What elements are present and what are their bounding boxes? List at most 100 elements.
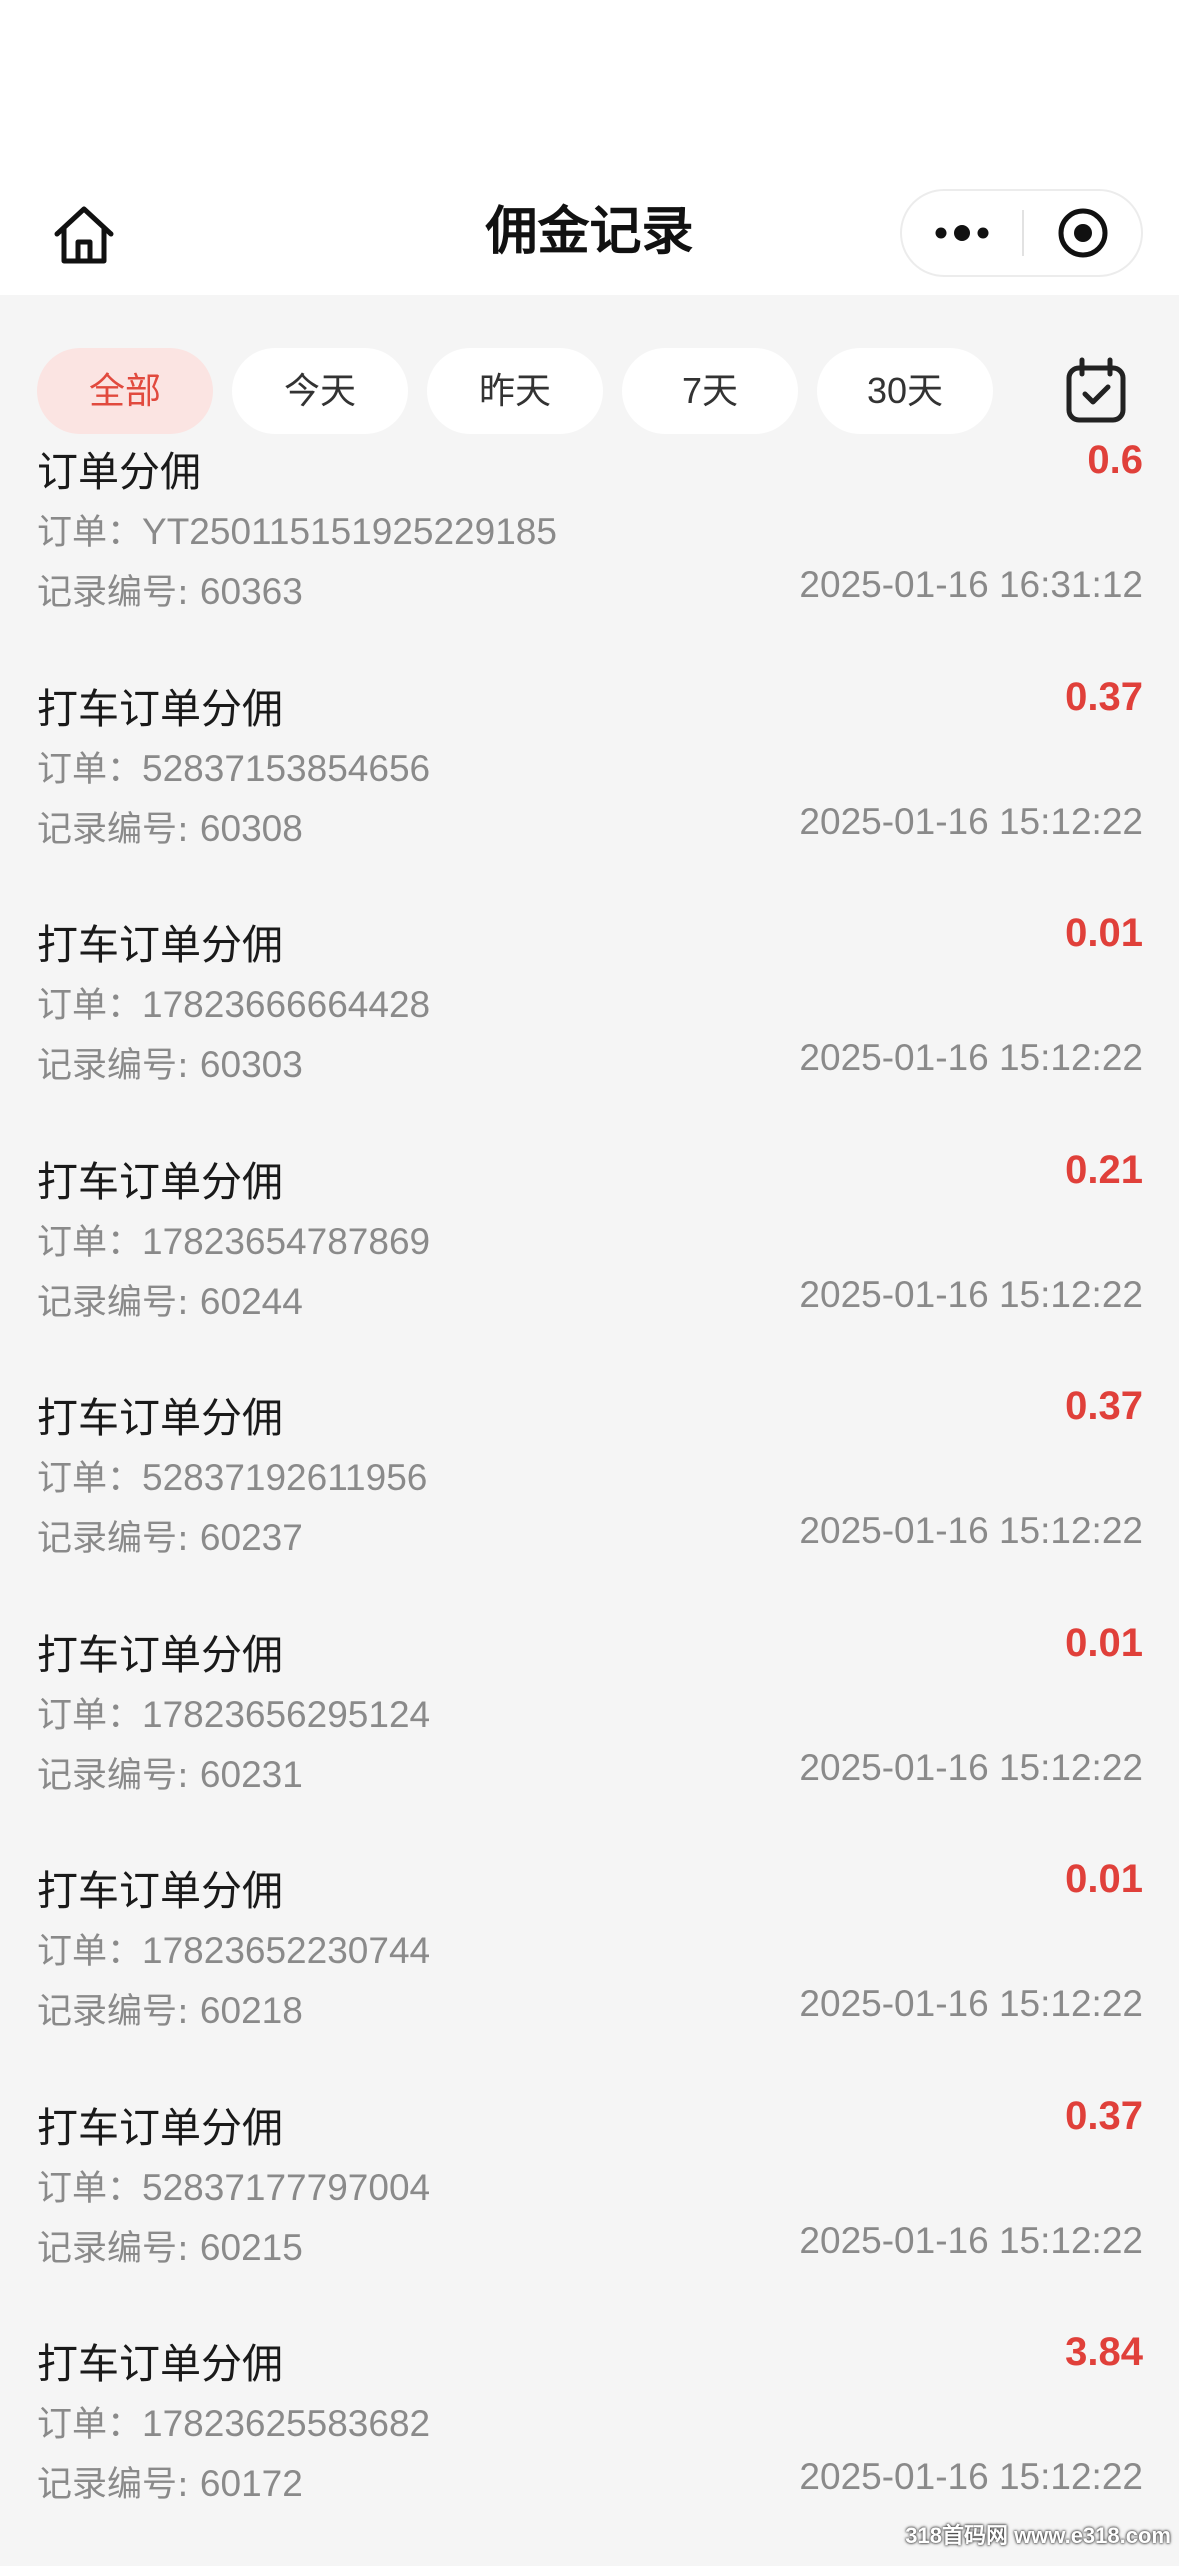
- order-number: 17823652230744: [142, 1930, 431, 1971]
- watermark: 318首码网 www.e318.com: [905, 2523, 1171, 2548]
- record-id-line: 记录编号: 60244: [37, 1274, 303, 1325]
- record-amount: 0.37: [1065, 675, 1143, 719]
- record-time: 2025-01-16 15:12:22: [799, 801, 1143, 842]
- order-prefix: 订单：: [37, 1932, 143, 1972]
- order-prefix: 订单：: [37, 1223, 143, 1263]
- order-prefix: 订单：: [37, 1459, 143, 1499]
- record-id-prefix: 记录编号:: [37, 1992, 200, 2032]
- record-item[interactable]: 打车订单分佣 0.37 订单：52837177797004 记录编号: 60215 20…: [0, 2094, 1179, 2330]
- order-prefix: 订单：: [37, 2405, 143, 2445]
- record-title: 打车订单分佣: [37, 2104, 283, 2152]
- record-order-line: 订单：17823654787869: [37, 1214, 430, 1265]
- home-button[interactable]: [44, 195, 124, 275]
- order-number: 17823666664428: [142, 984, 431, 1025]
- record-order-line: 订单：17823656295124: [37, 1687, 430, 1738]
- record-id-line: 记录编号: 60363: [37, 564, 303, 615]
- record-order-line: 订单：17823666664428: [37, 977, 430, 1028]
- home-icon: [54, 206, 114, 264]
- record-id-line: 记录编号: 60237: [37, 1510, 303, 1561]
- record-amount: 0.01: [1065, 1857, 1143, 1901]
- navigation-bar: 佣金记录: [0, 170, 1179, 295]
- order-prefix: 订单：: [37, 2169, 143, 2209]
- record-amount: 0.21: [1065, 1148, 1143, 1192]
- record-amount: 0.01: [1065, 911, 1143, 955]
- record-title: 打车订单分佣: [37, 1867, 283, 1915]
- calendar-button[interactable]: [1064, 356, 1128, 426]
- record-id-value: 60172: [199, 2463, 303, 2504]
- record-order-line: 订单：52837192611956: [37, 1450, 427, 1501]
- calendar-check-icon: [1066, 357, 1126, 423]
- record-amount: 0.6: [1087, 438, 1143, 482]
- date-filter-bar: 全部 今天 昨天 7天 30天: [0, 348, 1179, 438]
- record-order-line: 订单：YT25011515192522918​5: [37, 504, 557, 555]
- record-id-prefix: 记录编号:: [37, 810, 200, 850]
- record-item[interactable]: 打车订单分佣 0.01 订单：17823656295124 记录编号: 60231 20…: [0, 1621, 1179, 1857]
- record-time: 2025-01-16 16:31:12: [799, 564, 1143, 605]
- record-time: 2025-01-16 15:12:22: [799, 1747, 1143, 1788]
- order-number: 17823625583682: [142, 2403, 431, 2444]
- record-title: 打车订单分佣: [37, 1158, 283, 1206]
- record-order-line: 订单：17823625583682: [37, 2396, 430, 2447]
- record-title: 打车订单分佣: [37, 1394, 283, 1442]
- record-order-line: 订单：52837177797004: [37, 2160, 430, 2211]
- target-circle-icon: [1058, 208, 1107, 258]
- filter-chip-today[interactable]: 今天: [232, 348, 408, 434]
- record-time: 2025-01-16 15:12:22: [799, 1274, 1143, 1315]
- record-id-prefix: 记录编号:: [37, 1756, 200, 1796]
- record-amount: 3.84: [1065, 2330, 1143, 2374]
- record-id-line: 记录编号: 60218: [37, 1983, 303, 2034]
- order-number: 17823654787869: [142, 1221, 431, 1262]
- status-bar-area: [0, 0, 1179, 170]
- record-id-value: 60244: [199, 1281, 303, 1322]
- record-id-prefix: 记录编号:: [37, 2229, 200, 2269]
- order-prefix: 订单：: [37, 750, 143, 790]
- record-id-value: 60303: [199, 1044, 303, 1085]
- filter-chip-7-days[interactable]: 7天: [622, 348, 798, 434]
- record-time: 2025-01-16 15:12:22: [799, 1510, 1143, 1551]
- record-id-line: 记录编号: 60231: [37, 1747, 303, 1798]
- record-id-value: 60363: [199, 571, 303, 612]
- record-time: 2025-01-16 15:12:22: [799, 2220, 1143, 2261]
- record-item[interactable]: 打车订单分佣 0.01 订单：17823652230744 记录编号: 60218 20…: [0, 1857, 1179, 2093]
- record-id-value: 60215: [199, 2227, 303, 2268]
- record-time: 2025-01-16 15:12:22: [799, 1983, 1143, 2024]
- record-id-value: 60231: [199, 1754, 303, 1795]
- record-time: 2025-01-16 15:12:22: [799, 1037, 1143, 1078]
- order-number: 52837153854656: [142, 748, 431, 789]
- record-amount: 0.37: [1065, 1384, 1143, 1428]
- record-title: 打车订单分佣: [37, 685, 283, 733]
- record-amount: 0.37: [1065, 2094, 1143, 2138]
- more-button[interactable]: [902, 191, 1022, 275]
- record-order-line: 订单：52837153854656: [37, 741, 430, 792]
- record-id-value: 60218: [199, 1990, 303, 2031]
- record-time: 2025-01-16 15:12:22: [799, 2456, 1143, 2497]
- mini-program-capsule: [900, 189, 1143, 277]
- record-id-line: 记录编号: 60215: [37, 2220, 303, 2271]
- record-id-line: 记录编号: 60303: [37, 1037, 303, 1088]
- record-amount: 0.01: [1065, 1621, 1143, 1665]
- record-title: 打车订单分佣: [37, 1631, 283, 1679]
- record-item[interactable]: 打车订单分佣 0.01 订单：17823666664428 记录编号: 60303 20…: [0, 911, 1179, 1147]
- record-id-prefix: 记录编号:: [37, 2465, 200, 2505]
- close-button[interactable]: [1024, 191, 1141, 275]
- record-id-line: 记录编号: 60308: [37, 801, 303, 852]
- record-item[interactable]: 订单分佣 0.6 订单：YT25011515192522918​5 记录编号: 603…: [0, 438, 1179, 674]
- record-id-value: 60237: [199, 1517, 303, 1558]
- record-title: 打车订单分佣: [37, 921, 283, 969]
- order-number: 17823656295124: [142, 1694, 431, 1735]
- record-title: 订单分佣: [37, 448, 201, 496]
- record-id-prefix: 记录编号:: [37, 1046, 200, 1086]
- filter-chip-all[interactable]: 全部: [37, 348, 213, 434]
- record-id-prefix: 记录编号:: [37, 1519, 200, 1559]
- record-item[interactable]: 打车订单分佣 0.37 订单：52837153854656 记录编号: 60308 20…: [0, 675, 1179, 911]
- order-number: 52837177797004: [142, 2167, 431, 2208]
- record-id-value: 60308: [199, 808, 303, 849]
- record-id-prefix: 记录编号:: [37, 1283, 200, 1323]
- record-title: 打车订单分佣: [37, 2340, 283, 2388]
- filter-chip-30-days[interactable]: 30天: [817, 348, 993, 434]
- filter-chip-yesterday[interactable]: 昨天: [427, 348, 603, 434]
- record-item[interactable]: 打车订单分佣 0.21 订单：17823654787869 记录编号: 60244 20…: [0, 1148, 1179, 1384]
- record-item[interactable]: 打车订单分佣 0.37 订单：52837192611956 记录编号: 60237 20…: [0, 1384, 1179, 1620]
- order-prefix: 订单：: [37, 1696, 143, 1736]
- order-prefix: 订单：: [37, 986, 143, 1026]
